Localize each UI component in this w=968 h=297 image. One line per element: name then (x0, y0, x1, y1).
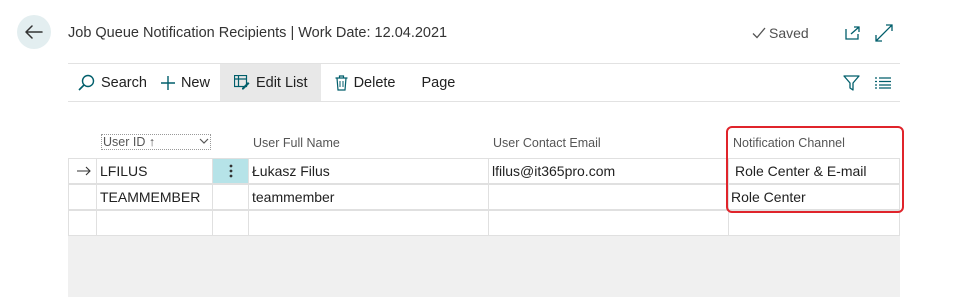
cell-user-id[interactable] (96, 211, 212, 235)
cell-full-name[interactable] (248, 211, 488, 235)
checkmark-icon (752, 27, 766, 39)
cell-user-id[interactable]: TEAMMEMBER (96, 185, 212, 209)
search-icon (78, 74, 95, 91)
action-bar: Search New Edit List Delete Page (68, 64, 900, 101)
cell-notification-channel[interactable] (728, 211, 900, 235)
column-header-user-id-label: User ID ↑ (101, 134, 211, 150)
toolbar-divider (68, 101, 900, 102)
edit-list-label: Edit List (255, 74, 308, 91)
search-label: Search (101, 74, 147, 91)
cell-email[interactable] (488, 211, 728, 235)
row-actions-cell (212, 211, 248, 235)
cell-full-name[interactable]: Łukasz Filus (248, 159, 488, 183)
saved-label: Saved (769, 25, 809, 41)
row-actions-button[interactable] (212, 159, 248, 183)
row-actions-cell (212, 185, 248, 209)
row-indicator (68, 185, 96, 209)
arrow-right-icon (77, 166, 91, 176)
cell-user-id[interactable]: LFILUS (96, 159, 212, 183)
cell-email[interactable]: lfilus@it365pro.com (488, 159, 728, 183)
cell-full-name[interactable]: teammember (248, 185, 488, 209)
filter-icon (842, 75, 860, 91)
cell-email[interactable] (488, 185, 728, 209)
grid-empty-area (68, 236, 900, 297)
back-button[interactable] (17, 15, 51, 49)
arrow-left-icon (25, 25, 43, 39)
new-label: New (180, 74, 210, 91)
plus-icon (160, 75, 175, 90)
trash-icon (335, 74, 348, 91)
highlight-annotation (726, 126, 904, 213)
column-header-full-name[interactable]: User Full Name (253, 124, 483, 158)
column-header-user-id[interactable]: User ID ↑ (101, 124, 211, 158)
new-button[interactable]: New (157, 64, 220, 101)
list-view-button[interactable] (872, 72, 894, 94)
search-button[interactable]: Search (68, 64, 157, 101)
more-vertical-icon (229, 164, 232, 178)
edit-list-icon (233, 75, 250, 90)
column-header-email[interactable]: User Contact Email (493, 124, 723, 158)
delete-button[interactable]: Delete (321, 64, 406, 101)
open-new-window-button[interactable] (843, 23, 863, 43)
row-indicator (68, 159, 96, 183)
page-label: Page (421, 74, 456, 91)
open-new-window-icon (845, 26, 860, 40)
list-view-icon (875, 77, 891, 89)
page-title: Job Queue Notification Recipients | Work… (68, 25, 448, 41)
row-indicator (68, 211, 96, 235)
expand-button[interactable] (874, 23, 894, 43)
edit-list-button[interactable]: Edit List (219, 64, 321, 101)
delete-label: Delete (353, 74, 396, 91)
filter-button[interactable] (840, 72, 862, 94)
chevron-down-icon[interactable] (199, 138, 209, 144)
table-row-empty[interactable] (68, 210, 900, 236)
saved-status: Saved (752, 25, 809, 41)
expand-icon (875, 24, 893, 42)
page-button[interactable]: Page (405, 64, 465, 101)
